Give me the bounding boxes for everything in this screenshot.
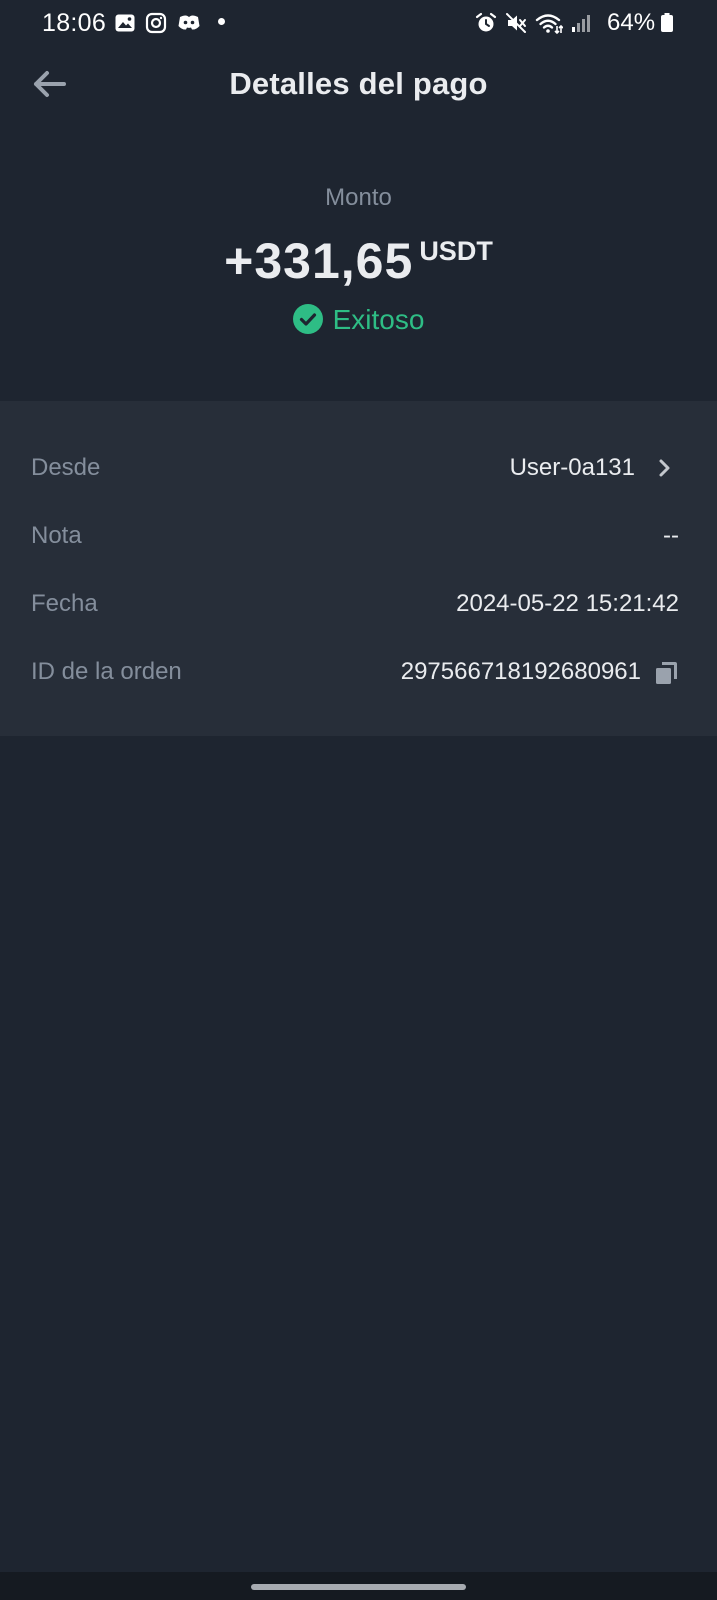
battery-percent: 64% [607,9,656,36]
amount-label: Monto [325,184,392,211]
detail-row-order-id: ID de la orden 297566718192680961 [31,652,679,692]
mute-icon [506,13,526,33]
discord-icon [178,15,200,30]
detail-row-desde[interactable]: Desde User-0a131 [31,448,679,488]
battery-icon [661,13,673,32]
notification-dot [218,18,225,25]
detail-label-desde: Desde [31,454,101,481]
status-time: 18:06 [42,9,107,37]
wifi-icon [535,14,563,34]
detail-label-nota: Nota [31,522,82,549]
status-badge: Exitoso [0,304,717,336]
status-text: Exitoso [332,304,425,335]
detail-label-order-id: ID de la orden [31,658,182,685]
status-bar: 18:06 64% [0,0,717,48]
amount-value: +331,65 [224,233,414,289]
check-circle-icon [292,304,323,334]
signal-icon [572,15,590,32]
chevron-right-icon [659,459,670,477]
detail-row-fecha: Fecha 2024-05-22 15:21:42 [31,584,679,624]
gallery-icon [115,14,135,32]
payment-details-screen: 18:06 64% Detalles del pago Monto +331,6… [0,0,717,1600]
amount-unit: USDT [419,236,493,266]
amount-row: +331,65 USDT [0,232,717,290]
detail-row-nota: Nota -- [31,516,679,556]
home-indicator[interactable] [251,1584,466,1590]
detail-label-fecha: Fecha [31,590,98,617]
detail-value-fecha: 2024-05-22 15:21:42 [456,590,679,617]
detail-value-desde: User-0a131 [509,454,635,481]
detail-value-order-id: 297566718192680961 [400,658,641,685]
alarm-icon [475,12,497,32]
copy-icon[interactable] [653,660,679,686]
page-title: Detalles del pago [229,66,488,101]
detail-value-nota: -- [663,522,679,549]
instagram-icon [145,12,167,34]
